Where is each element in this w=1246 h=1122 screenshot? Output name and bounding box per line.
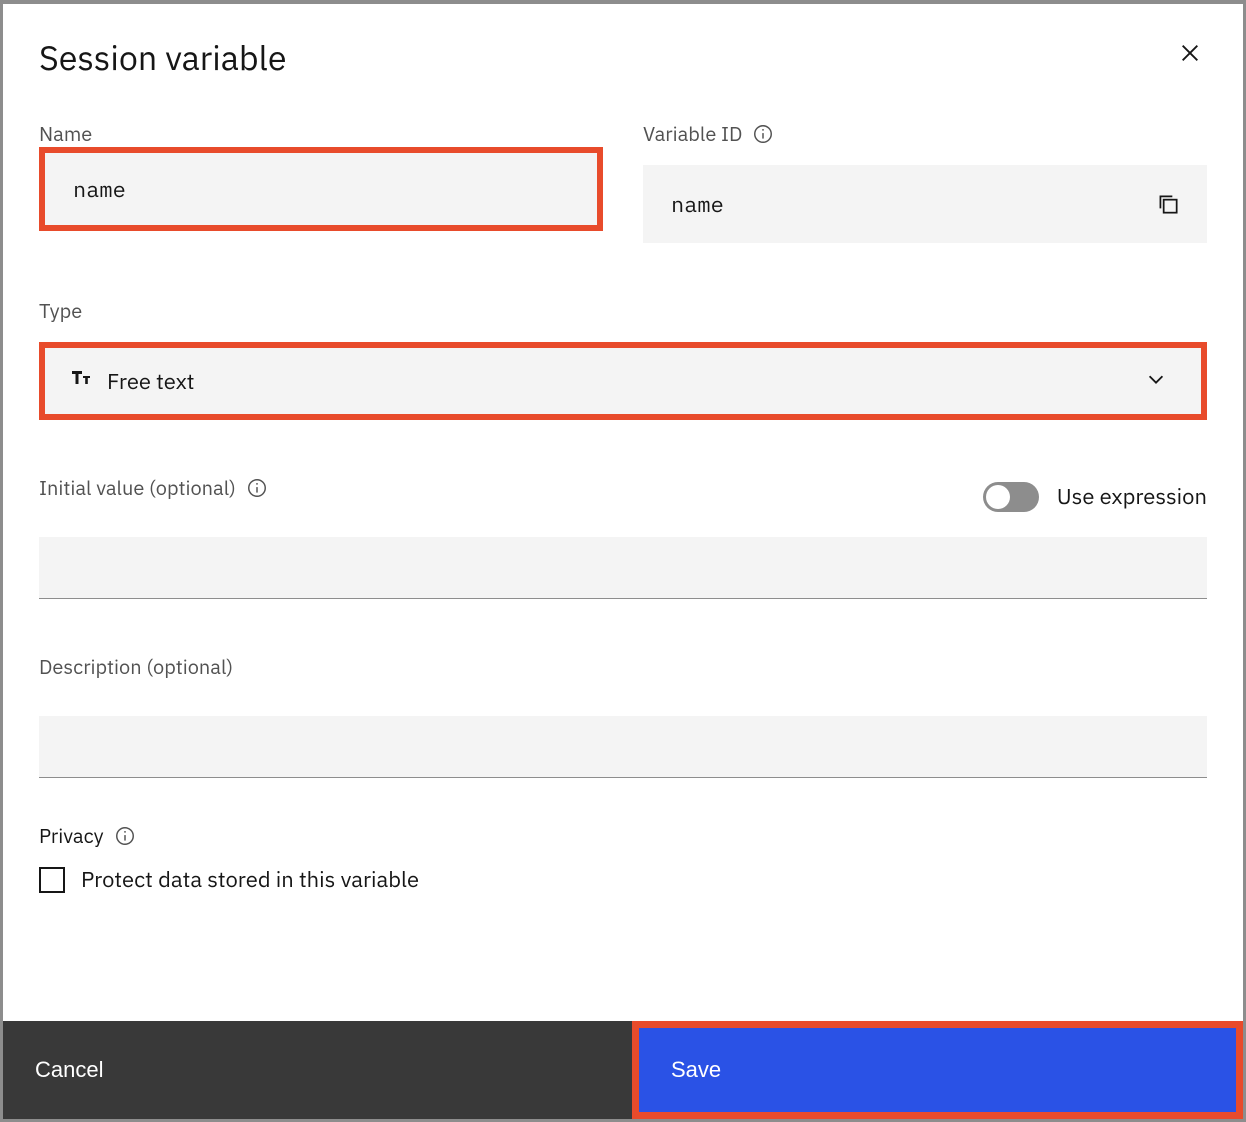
type-section: Type Free text — [39, 297, 1207, 420]
type-select-left: Free text — [69, 367, 195, 396]
dialog-title: Session variable — [39, 36, 287, 80]
privacy-label: Privacy — [39, 822, 1207, 849]
use-expression-toggle[interactable] — [983, 482, 1039, 512]
variable-id-value: name — [671, 190, 724, 219]
protect-data-label: Protect data stored in this variable — [81, 865, 419, 894]
variable-id-label-text: Variable ID — [643, 120, 742, 147]
variable-id-box: name — [643, 165, 1207, 243]
chevron-down-icon — [1145, 368, 1167, 395]
save-button[interactable]: Save — [639, 1028, 1236, 1112]
free-text-icon — [69, 367, 93, 396]
close-icon — [1179, 52, 1201, 67]
name-highlight — [39, 147, 603, 231]
save-highlight: Save — [632, 1021, 1243, 1119]
name-and-id-row: Name Variable ID — [39, 120, 1207, 243]
initial-value-input[interactable] — [39, 537, 1207, 599]
variable-id-column: Variable ID name — [643, 120, 1207, 243]
dialog-header: Session variable — [39, 36, 1207, 80]
initial-value-header: Initial value (optional) Use expression — [39, 474, 1207, 519]
copy-icon — [1155, 205, 1181, 220]
dialog-body: Session variable Name Variable I — [3, 4, 1243, 1021]
type-select[interactable]: Free text — [45, 348, 1201, 414]
description-section: Description (optional) — [39, 653, 1207, 778]
toggle-knob — [986, 485, 1010, 509]
copy-button[interactable] — [1155, 191, 1181, 217]
use-expression-group: Use expression — [983, 482, 1207, 512]
type-selected-text: Free text — [107, 367, 195, 396]
type-label: Type — [39, 297, 1207, 324]
info-icon[interactable] — [114, 825, 136, 847]
use-expression-label: Use expression — [1057, 482, 1207, 511]
initial-value-label: Initial value (optional) — [39, 474, 268, 501]
cancel-button[interactable]: Cancel — [3, 1021, 632, 1119]
description-label: Description (optional) — [39, 653, 1207, 680]
privacy-label-text: Privacy — [39, 822, 104, 849]
name-column: Name — [39, 120, 603, 243]
close-button[interactable] — [1173, 36, 1207, 70]
initial-value-section: Initial value (optional) Use expression — [39, 474, 1207, 599]
name-label: Name — [39, 120, 603, 147]
protect-data-checkbox[interactable] — [39, 867, 65, 893]
variable-id-label: Variable ID — [643, 120, 1207, 147]
privacy-checkbox-row: Protect data stored in this variable — [39, 865, 1207, 894]
name-input[interactable] — [45, 153, 597, 225]
privacy-section: Privacy Protect data stored in this vari… — [39, 822, 1207, 894]
info-icon[interactable] — [246, 477, 268, 499]
session-variable-dialog: Session variable Name Variable I — [0, 0, 1246, 1122]
info-icon[interactable] — [752, 123, 774, 145]
type-highlight: Free text — [39, 342, 1207, 420]
description-input[interactable] — [39, 716, 1207, 778]
dialog-footer: Cancel Save — [3, 1021, 1243, 1119]
initial-value-label-text: Initial value (optional) — [39, 474, 236, 501]
